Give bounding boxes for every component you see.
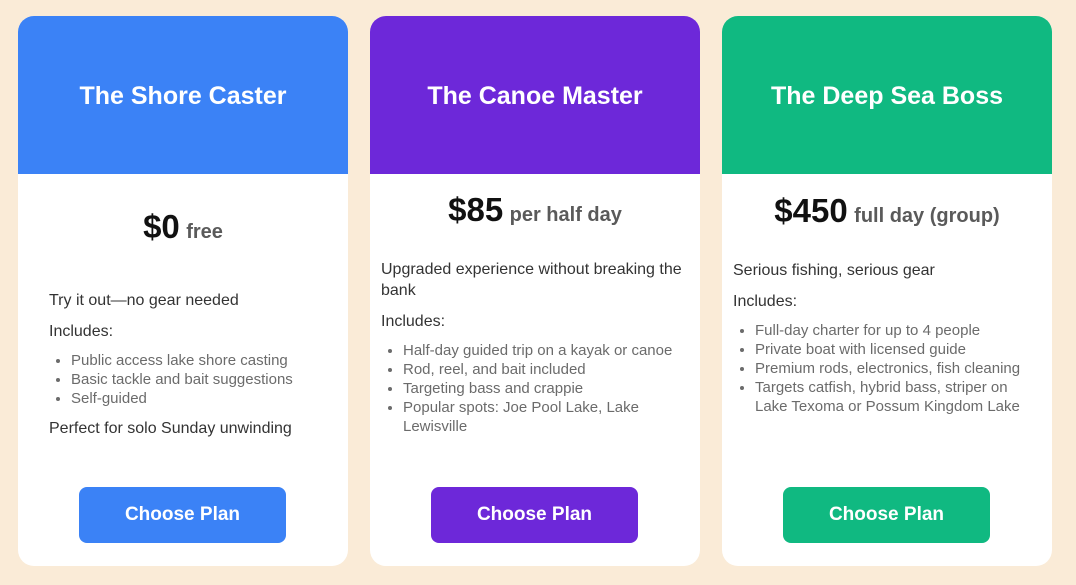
feature-list: Full-day charter for up to 4 people Priv…	[733, 321, 1038, 416]
includes-label: Includes:	[49, 323, 114, 340]
includes-label: Includes:	[381, 313, 446, 330]
feature-item: Full-day charter for up to 4 people	[755, 321, 1038, 340]
includes-label: Includes:	[733, 293, 798, 310]
price-amount: $85	[448, 191, 504, 228]
plan-title: The Deep Sea Boss	[770, 81, 1004, 110]
feature-item: Targets catfish, hybrid bass, striper on…	[755, 378, 1038, 416]
plan-content: Serious fishing, serious gear Includes: …	[733, 260, 1038, 416]
plan-content: Try it out—no gear needed Includes: Publ…	[49, 290, 334, 439]
plan-card-shore-caster: The Shore Caster $0 free Try it out—no g…	[18, 16, 348, 566]
price-row: $85 per half day	[370, 191, 700, 229]
plan-card-deep-sea-boss: The Deep Sea Boss $450 full day (group) …	[722, 16, 1052, 566]
plan-card-canoe-master: The Canoe Master $85 per half day Upgrad…	[370, 16, 700, 566]
price-amount: $0	[143, 208, 180, 245]
plan-note: Perfect for solo Sunday unwinding	[49, 420, 292, 437]
price-row: $450 full day (group)	[722, 192, 1052, 230]
plan-body: $0 free Try it out—no gear needed Includ…	[18, 174, 348, 566]
price-row: $0 free	[18, 208, 348, 246]
feature-item: Public access lake shore casting	[71, 351, 334, 370]
price-period: free	[186, 221, 223, 243]
plan-header: The Canoe Master	[370, 16, 700, 174]
feature-item: Self-guided	[71, 389, 334, 408]
plan-description: Serious fishing, serious gear	[733, 262, 935, 279]
feature-item: Rod, reel, and bait included	[403, 360, 686, 379]
plan-content: Upgraded experience without breaking the…	[381, 259, 686, 436]
feature-item: Premium rods, electronics, fish cleaning	[755, 359, 1038, 378]
plan-title: The Shore Caster	[79, 81, 287, 110]
feature-list: Public access lake shore casting Basic t…	[49, 351, 334, 408]
feature-item: Half-day guided trip on a kayak or canoe	[403, 341, 686, 360]
choose-plan-button-shore-caster[interactable]: Choose Plan	[79, 487, 286, 543]
feature-item: Private boat with licensed guide	[755, 340, 1038, 359]
feature-item: Basic tackle and bait suggestions	[71, 370, 334, 389]
price-period: full day (group)	[854, 205, 1000, 227]
price-period: per half day	[509, 204, 622, 226]
plan-body: $450 full day (group) Serious fishing, s…	[722, 174, 1052, 566]
plan-description: Upgraded experience without breaking the…	[381, 261, 682, 299]
choose-plan-button-canoe-master[interactable]: Choose Plan	[431, 487, 638, 543]
price-amount: $450	[774, 192, 848, 229]
feature-item: Targeting bass and crappie	[403, 379, 686, 398]
plan-header: The Shore Caster	[18, 16, 348, 174]
feature-list: Half-day guided trip on a kayak or canoe…	[381, 341, 686, 436]
plan-description: Try it out—no gear needed	[49, 292, 239, 309]
plan-header: The Deep Sea Boss	[722, 16, 1052, 174]
plan-body: $85 per half day Upgraded experience wit…	[370, 174, 700, 566]
feature-item: Popular spots: Joe Pool Lake, Lake Lewis…	[403, 398, 686, 436]
plan-title: The Canoe Master	[427, 81, 643, 110]
choose-plan-button-deep-sea-boss[interactable]: Choose Plan	[783, 487, 990, 543]
